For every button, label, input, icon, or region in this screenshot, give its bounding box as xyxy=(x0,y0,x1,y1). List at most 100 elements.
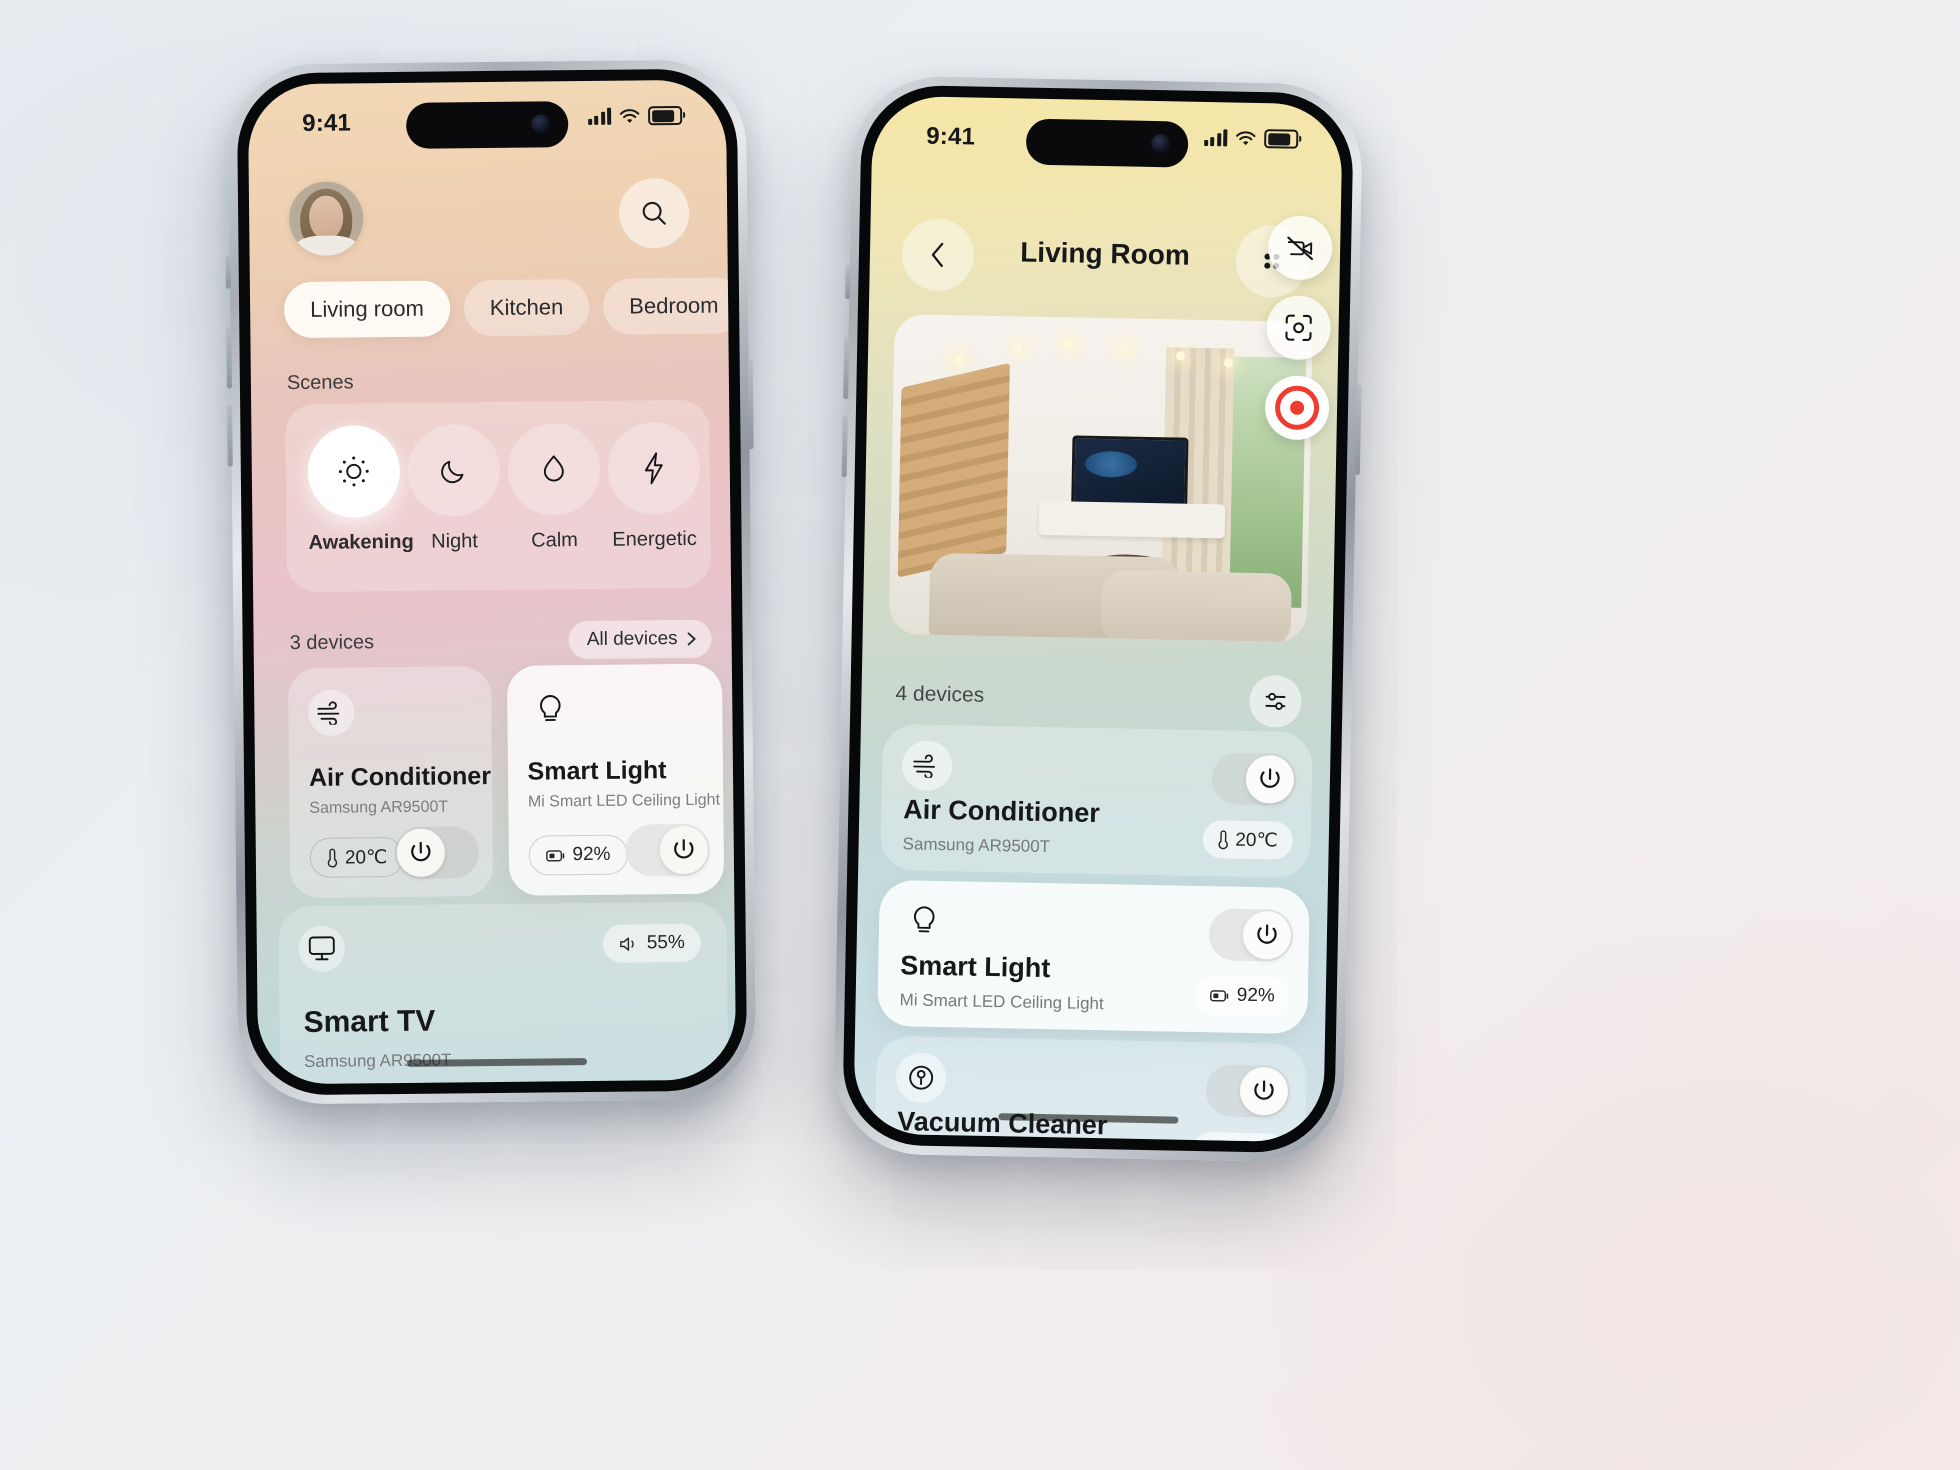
avatar[interactable] xyxy=(288,181,364,257)
camera-feed[interactable] xyxy=(888,314,1313,643)
device-row-smart-light[interactable]: Smart Light Mi Smart LED Ceiling Light 9… xyxy=(877,879,1310,1035)
room-tab-label: Bedroom xyxy=(629,292,719,319)
battery-chip[interactable]: 92% xyxy=(1194,975,1291,1016)
scene-calm[interactable]: Calm xyxy=(507,422,601,553)
temperature-chip[interactable]: 20℃ xyxy=(1201,820,1294,860)
volume-value: 55% xyxy=(646,932,685,954)
device-model: Mi Smart LED Ceiling Light xyxy=(899,990,1104,1014)
camera-stairs xyxy=(897,362,1010,578)
volume-chip[interactable]: 55% xyxy=(602,923,701,963)
mute-switch[interactable] xyxy=(845,265,851,300)
temperature-value: 20℃ xyxy=(1235,829,1278,851)
room-tab-living-room[interactable]: Living room xyxy=(283,280,451,339)
battery-chip[interactable]: 92% xyxy=(528,834,628,876)
device-name: Air Conditioner xyxy=(903,794,1101,829)
thermometer-icon xyxy=(327,848,338,868)
power-side-button[interactable] xyxy=(747,359,754,450)
room-tab-label: Kitchen xyxy=(489,294,564,321)
scan-frame-button[interactable] xyxy=(1266,295,1332,361)
power-side-button[interactable] xyxy=(1354,384,1362,475)
front-camera-icon xyxy=(1150,133,1171,154)
scan-frame-icon xyxy=(1283,313,1314,344)
device-name: Vacuum Cleaner xyxy=(897,1106,1108,1141)
power-toggle-vacuum-cleaner[interactable] xyxy=(1205,1064,1291,1118)
power-toggle-smart-light[interactable] xyxy=(625,823,711,877)
cellular-signal-icon xyxy=(1203,129,1228,147)
all-devices-button[interactable]: All devices xyxy=(568,619,712,660)
scenes-card: Awakening Night Calm Energetic xyxy=(285,399,712,593)
scene-energetic[interactable]: Energetic xyxy=(607,421,701,552)
bulb-icon xyxy=(899,896,950,947)
sliders-icon xyxy=(1262,688,1288,714)
volume-up-button[interactable] xyxy=(843,337,850,400)
scenes-section-label: Scenes xyxy=(286,371,354,395)
power-icon xyxy=(1245,754,1295,804)
device-name: Air Conditioner xyxy=(308,762,492,792)
record-button[interactable] xyxy=(1264,375,1330,441)
lightning-bolt-icon xyxy=(607,421,701,515)
record-icon xyxy=(1274,385,1320,431)
scene-label: Awakening xyxy=(308,530,414,554)
air-flow-icon xyxy=(308,689,355,736)
devices-header: 4 devices xyxy=(895,668,1302,728)
air-flow-icon xyxy=(901,740,953,792)
device-model: Samsung AR9500T xyxy=(902,834,1051,857)
device-row-air-conditioner[interactable]: Air Conditioner Samsung AR9500T 20℃ xyxy=(880,723,1313,879)
thermometer-icon xyxy=(1217,829,1228,850)
volume-down-button[interactable] xyxy=(841,415,848,478)
scene-label: Calm xyxy=(531,529,579,552)
battery-small-icon xyxy=(545,849,565,862)
camera-television xyxy=(1071,435,1189,510)
camera-tv-unit xyxy=(1038,500,1226,539)
power-icon xyxy=(396,828,445,878)
temperature-chip[interactable]: 20℃ xyxy=(309,836,405,878)
phone-right: 9:41 Living Room 4 devices Air Condition… xyxy=(832,75,1364,1163)
battery-value: 92% xyxy=(1236,984,1275,1007)
room-tab-bedroom[interactable]: Bedroom xyxy=(602,277,737,335)
volume-up-button[interactable] xyxy=(226,326,232,389)
battery-value: 92% xyxy=(572,843,611,866)
phone-left: 9:41 Living room Kitchen Bedroom Scenes … xyxy=(225,59,757,1105)
device-model: Mi Smart LED Ceiling Light xyxy=(527,791,721,811)
room-tabs[interactable]: Living room Kitchen Bedroom B xyxy=(250,277,737,339)
cellular-signal-icon xyxy=(587,107,612,125)
dynamic-island xyxy=(1025,118,1189,168)
vacuum-icon xyxy=(895,1052,947,1104)
devices-header: 3 devices All devices xyxy=(289,619,712,662)
device-name: Smart Light xyxy=(900,950,1051,984)
device-card-smart-light[interactable]: Smart Light Mi Smart LED Ceiling Light 9… xyxy=(506,663,725,896)
power-toggle-air-conditioner[interactable] xyxy=(1211,752,1297,806)
filter-button[interactable] xyxy=(1248,674,1302,728)
avatar-body xyxy=(295,235,358,257)
mute-switch[interactable] xyxy=(225,254,231,289)
status-indicators xyxy=(587,105,683,126)
device-name: Smart Light xyxy=(527,756,667,786)
scene-awakening[interactable]: Awakening xyxy=(307,424,414,555)
device-count-label: 3 devices xyxy=(289,630,375,654)
power-icon xyxy=(1239,1066,1289,1116)
avatar-face xyxy=(308,195,344,240)
power-toggle-air-conditioner[interactable] xyxy=(394,826,479,880)
device-row-vacuum-cleaner[interactable]: Vacuum Cleaner Xiaomi CDZC108 43% xyxy=(874,1035,1307,1143)
device-card-air-conditioner[interactable]: Air Conditioner Samsung AR9500T 20℃ xyxy=(287,666,493,899)
power-toggle-smart-light[interactable] xyxy=(1208,908,1294,962)
device-name: Smart TV xyxy=(303,1004,436,1039)
volume-down-button[interactable] xyxy=(227,404,233,467)
battery-value: 43% xyxy=(1234,1141,1272,1143)
home-screen: 9:41 Living room Kitchen Bedroom Scenes … xyxy=(247,79,737,1085)
camera-ceiling-lights xyxy=(894,324,1313,372)
wifi-icon xyxy=(1235,130,1256,146)
battery-icon xyxy=(648,105,683,126)
search-button[interactable] xyxy=(618,177,690,249)
dynamic-island xyxy=(405,101,569,149)
front-camera-icon xyxy=(531,114,551,134)
device-card-smart-tv[interactable]: 55% Smart TV Samsung AR9500T xyxy=(278,901,729,1085)
phone-right-bezel: 9:41 Living Room 4 devices Air Condition… xyxy=(841,84,1355,1154)
device-list: Air Conditioner Samsung AR9500T 20℃ Smar… xyxy=(874,723,1313,1143)
search-icon xyxy=(639,198,669,228)
room-tab-kitchen[interactable]: Kitchen xyxy=(463,278,590,337)
room-detail-screen: 9:41 Living Room 4 devices Air Condition… xyxy=(853,95,1343,1143)
speaker-icon xyxy=(619,935,639,952)
scene-night[interactable]: Night xyxy=(407,423,501,554)
battery-chip[interactable]: 43% xyxy=(1191,1131,1288,1143)
